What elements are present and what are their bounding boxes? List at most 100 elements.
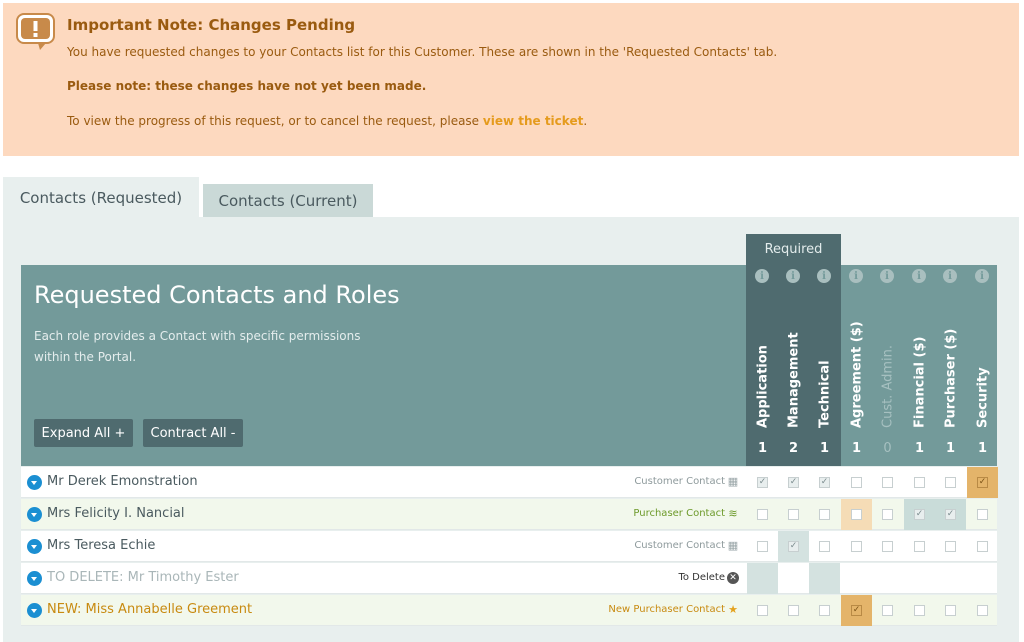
role-cell-technical	[809, 499, 840, 530]
expand-row-icon[interactable]	[27, 603, 42, 618]
contact-type: To Delete	[678, 572, 725, 583]
role-cell-financial	[904, 467, 935, 498]
contact-name: Mr Derek Emonstration	[47, 474, 198, 489]
role-cell-cust-admin	[872, 467, 903, 498]
column-label: Application	[755, 345, 770, 428]
contact-row: Mrs Felicity I. Nancial Purchaser Contact…	[21, 499, 997, 530]
info-icon[interactable]: i	[817, 269, 831, 283]
contact-type: New Purchaser Contact	[608, 604, 725, 615]
column-header-financial: Financial ($)	[904, 298, 935, 428]
role-cell-management	[778, 595, 809, 626]
info-icon[interactable]: i	[786, 269, 800, 283]
role-checkbox[interactable]	[788, 509, 799, 520]
role-checkbox[interactable]	[914, 541, 925, 552]
role-cell-agreement	[841, 467, 872, 498]
role-cell-agreement	[841, 531, 872, 562]
role-cell-cust-admin	[872, 499, 903, 530]
star-icon: ★	[728, 603, 738, 616]
role-checkbox[interactable]	[819, 541, 830, 552]
column-header-technical: Technical	[809, 298, 840, 428]
role-cell-management: ✓	[778, 531, 809, 562]
expand-row-icon[interactable]	[27, 539, 42, 554]
contact-name: Mrs Teresa Echie	[47, 538, 156, 553]
role-cell-financial	[904, 531, 935, 562]
role-checkbox[interactable]	[819, 509, 830, 520]
role-cell-empty	[747, 563, 778, 594]
role-checkbox[interactable]	[851, 541, 862, 552]
role-checkbox[interactable]: ✓	[819, 477, 830, 488]
role-checkbox[interactable]	[977, 509, 988, 520]
role-checkbox[interactable]	[882, 477, 893, 488]
building-icon: ▦	[727, 475, 739, 488]
info-icon[interactable]: i	[755, 269, 769, 283]
tab-contacts-current[interactable]: Contacts (Current)	[203, 184, 373, 217]
contact-type: Purchaser Contact	[633, 508, 725, 519]
role-checkbox[interactable]	[757, 509, 768, 520]
notice-title: Important Note: Changes Pending	[67, 16, 356, 34]
column-count: 1	[945, 441, 956, 456]
notice-warning: Please note: these changes have not yet …	[67, 79, 427, 93]
role-checkbox[interactable]	[914, 477, 925, 488]
role-checkbox[interactable]	[977, 605, 988, 616]
role-checkbox[interactable]: ✓	[851, 605, 862, 616]
column-label: Financial ($)	[912, 336, 927, 428]
role-checkbox[interactable]	[882, 541, 893, 552]
column-header-security: Security	[967, 298, 998, 428]
role-cell-purchaser	[935, 531, 966, 562]
role-checkbox[interactable]	[757, 541, 768, 552]
column-count: 1	[914, 441, 925, 456]
role-checkbox[interactable]	[882, 605, 893, 616]
role-cell-application	[747, 531, 778, 562]
info-icon[interactable]: i	[943, 269, 957, 283]
role-checkbox[interactable]	[945, 477, 956, 488]
contact-type: Customer Contact	[634, 540, 725, 551]
role-checkbox[interactable]: ✓	[977, 477, 988, 488]
role-cell-purchaser	[935, 467, 966, 498]
role-checkbox[interactable]	[945, 605, 956, 616]
role-checkbox[interactable]	[757, 605, 768, 616]
contact-row: Mr Derek Emonstration Customer Contact ▦ ✓ ✓…	[21, 467, 998, 498]
contact-row: Mrs Teresa Echie Customer Contact ▦ ✓	[21, 531, 997, 562]
role-checkbox[interactable]: ✓	[788, 541, 799, 552]
contact-name: NEW: Miss Annabelle Greement	[47, 602, 253, 617]
info-icon[interactable]: i	[912, 269, 926, 283]
contract-all-button[interactable]: Contract All -	[143, 419, 243, 447]
role-checkbox[interactable]	[977, 541, 988, 552]
panel-description: Each role provides a Contact with specif…	[34, 329, 361, 364]
building-icon: ▦	[727, 539, 739, 552]
panel-title: Requested Contacts and Roles	[34, 281, 400, 309]
column-label: Agreement ($)	[849, 321, 864, 428]
role-cell-cust-admin	[872, 595, 903, 626]
info-icon[interactable]: i	[849, 269, 863, 283]
role-checkbox[interactable]: ✓	[788, 477, 799, 488]
notice-instructions: To view the progress of this request, or…	[67, 114, 587, 128]
tab-contacts-requested[interactable]: Contacts (Requested)	[3, 177, 199, 219]
info-icon[interactable]: i	[975, 269, 989, 283]
role-cell-cust-admin	[872, 531, 903, 562]
role-checkbox[interactable]	[914, 605, 925, 616]
role-checkbox[interactable]	[851, 509, 862, 520]
column-label: Purchaser ($)	[943, 328, 958, 428]
role-checkbox[interactable]: ✓	[945, 509, 956, 520]
role-checkbox[interactable]	[851, 477, 862, 488]
expand-all-button[interactable]: Expand All +	[34, 419, 133, 447]
expand-row-icon[interactable]	[27, 507, 42, 522]
role-checkbox[interactable]	[788, 605, 799, 616]
expand-row-icon[interactable]	[27, 571, 42, 586]
expand-row-icon[interactable]	[27, 475, 42, 490]
role-checkbox[interactable]	[819, 605, 830, 616]
role-checkbox[interactable]	[945, 541, 956, 552]
view-ticket-link[interactable]: view the ticket	[483, 114, 583, 128]
role-checkbox[interactable]	[882, 509, 893, 520]
column-count: 1	[757, 441, 768, 456]
info-icon[interactable]: i	[880, 269, 894, 283]
role-checkbox[interactable]: ✓	[914, 509, 925, 520]
role-checkbox[interactable]: ✓	[757, 477, 768, 488]
role-cell-technical	[809, 595, 840, 626]
role-cell-security: ✓	[967, 467, 998, 498]
column-header-cust-admin: Cust. Admin.	[872, 298, 903, 428]
role-cell-agreement	[841, 499, 872, 530]
contact-name: TO DELETE: Mr Timothy Ester	[47, 570, 239, 585]
notice-instructions-text: To view the progress of this request, or…	[67, 114, 483, 128]
column-count: 1	[819, 441, 830, 456]
